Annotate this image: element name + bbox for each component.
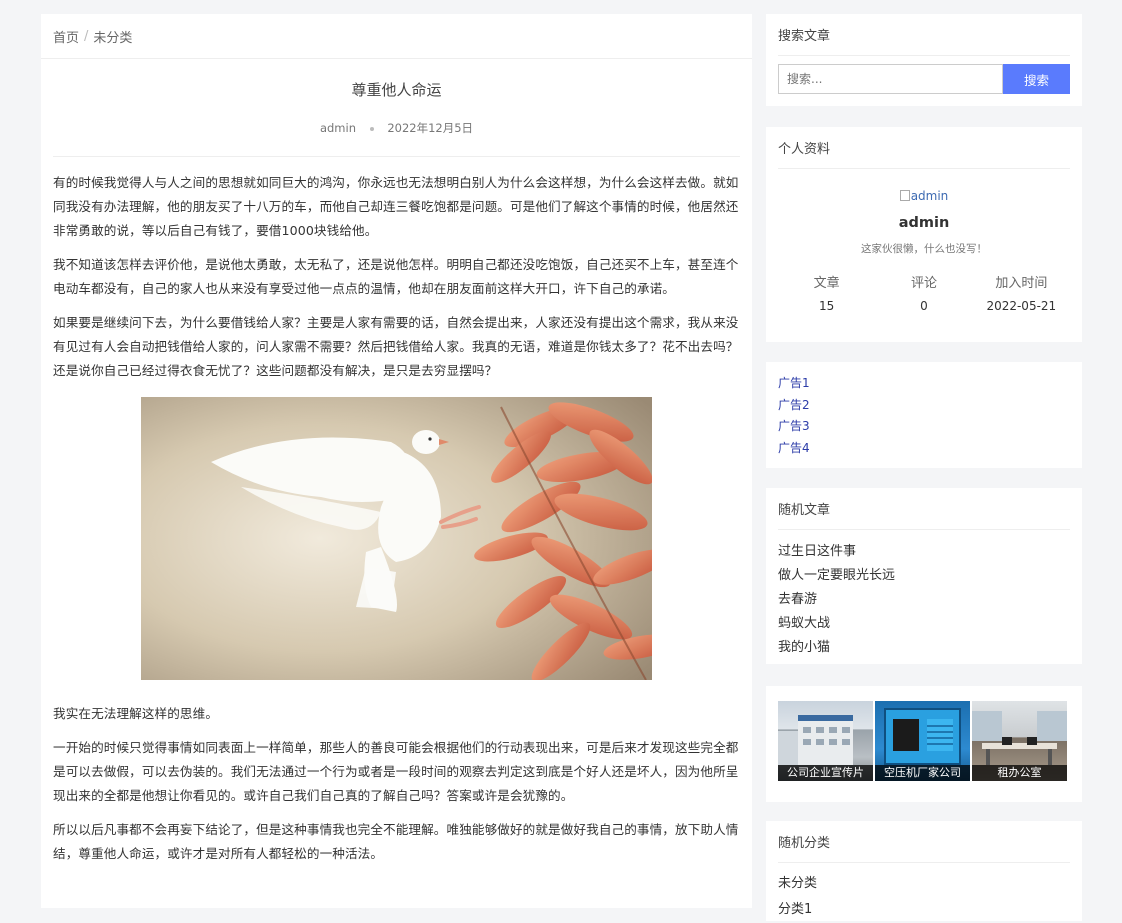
dove-image [141,397,652,680]
search-input[interactable] [778,64,1003,94]
random-post-link[interactable]: 去春游 [778,588,1070,612]
stat-label: 加入时间 [995,276,1048,291]
breadcrumb-separator: / [84,28,89,44]
article-author-link[interactable]: admin [320,121,356,135]
profile-name: admin [898,215,950,231]
thumbnail-compressor[interactable]: 空压机厂家公司 [875,701,970,781]
thumbnail-row: 公司企业宣传片 空压机厂家公司 租办公室 [778,686,1070,781]
profile-bio: 这家伙很懒，什么也没写！ [861,243,987,255]
article-panel: 首页 / 未分类 尊重他人命运 admin 2022年12月5日 有的时候我觉得… [41,14,752,908]
thumbnail-caption: 公司企业宣传片 [778,765,873,781]
article-paragraph: 有的时候我觉得人与人之间的思想就如同巨大的鸿沟，你永远也无法想明白别人为什么会这… [53,175,739,238]
random-categories-widget: 随机分类 未分类 分类1 [766,821,1082,921]
gallery-widget: 公司企业宣传片 空压机厂家公司 租办公室 [766,686,1082,802]
category-link[interactable]: 未分类 [778,871,1070,897]
article-date: 2022年12月5日 [387,121,474,135]
ad-link-1[interactable]: 广告1 [778,373,1070,395]
search-widget-title: 搜索文章 [778,14,1070,56]
article-paragraph: 一开始的时候只觉得事情如同表面上一样简单，那些人的善良可能会根据他们的行动表现出… [53,740,739,803]
stat-label: 文章 [813,276,840,291]
profile-stats: 文章 15 评论 0 加入时间 2022-05-21 [778,272,1070,313]
breadcrumb-category-link[interactable]: 未分类 [93,27,132,46]
stat-value: 2022-05-21 [986,299,1057,313]
profile-widget: 个人资料 admin admin 这家伙很懒，什么也没写！ 文章 15 评论 0… [766,127,1082,342]
article-paragraph: 如果要是继续问下去，为什么要借钱给人家？主要是人家有需要的话，自然会提出来，人家… [53,315,739,378]
profile-widget-title: 个人资料 [778,127,1070,169]
ad-link-3[interactable]: 广告3 [778,416,1070,438]
random-posts-title: 随机文章 [778,488,1070,530]
dove-leaves-illustration [141,397,652,680]
stat-label: 评论 [910,276,937,291]
stat-joined: 加入时间 2022-05-21 [973,272,1070,313]
search-form: 搜索 [778,64,1070,94]
search-widget: 搜索文章 搜索 [766,14,1082,106]
thumbnail-caption: 租办公室 [972,765,1067,781]
stat-posts: 文章 15 [778,272,875,313]
thumbnail-company-video[interactable]: 公司企业宣传片 [778,701,873,781]
article-paragraph: 所以以后凡事都不会再妄下结论了，但是这种事情我也完全不能理解。唯独能够做好的就是… [53,822,739,861]
random-categories-list: 未分类 分类1 [778,863,1070,923]
article-paragraph: 我实在无法理解这样的思维。 [53,706,219,721]
stat-comments: 评论 0 [875,272,972,313]
search-button[interactable]: 搜索 [1003,64,1070,94]
ad-link-2[interactable]: 广告2 [778,395,1070,417]
article-title: 尊重他人命运 [351,81,442,99]
breadcrumb: 首页 / 未分类 [41,14,752,59]
random-posts-widget: 随机文章 过生日这件事 做人一定要眼光长远 去春游 蚂蚁大战 我的小猫 [766,488,1082,664]
broken-image-icon [899,190,910,201]
article-meta: admin 2022年12月5日 [41,120,752,136]
meta-dot [369,126,374,131]
category-link[interactable]: 分类1 [778,897,1070,923]
thumbnail-office[interactable]: 租办公室 [972,701,1067,781]
thumbnail-caption: 空压机厂家公司 [875,765,970,781]
random-post-link[interactable]: 蚂蚁大战 [778,612,1070,636]
random-categories-title: 随机分类 [778,821,1070,863]
stat-value: 15 [819,299,835,313]
article-body: 有的时候我觉得人与人之间的思想就如同巨大的鸿沟，你永远也无法想明白别人为什么会这… [41,157,752,866]
ad-links: 广告1 广告2 广告3 广告4 [778,362,1070,459]
random-posts-list: 过生日这件事 做人一定要眼光长远 去春游 蚂蚁大战 我的小猫 [778,530,1070,660]
random-post-link[interactable]: 过生日这件事 [778,540,1070,564]
ads-widget: 广告1 广告2 广告3 广告4 [766,362,1082,468]
article-paragraph: 我不知道该怎样去评价他，是说他太勇敢，太无私了，还是说他怎样。明明自己都还没吃饱… [53,257,739,296]
random-post-link[interactable]: 我的小猫 [778,636,1070,660]
avatar-alt-text: admin [910,189,949,203]
ad-link-4[interactable]: 广告4 [778,438,1070,460]
avatar[interactable]: admin [778,189,1070,203]
stat-value: 0 [920,299,928,313]
random-post-link[interactable]: 做人一定要眼光长远 [778,564,1070,588]
breadcrumb-home-link[interactable]: 首页 [53,27,79,46]
